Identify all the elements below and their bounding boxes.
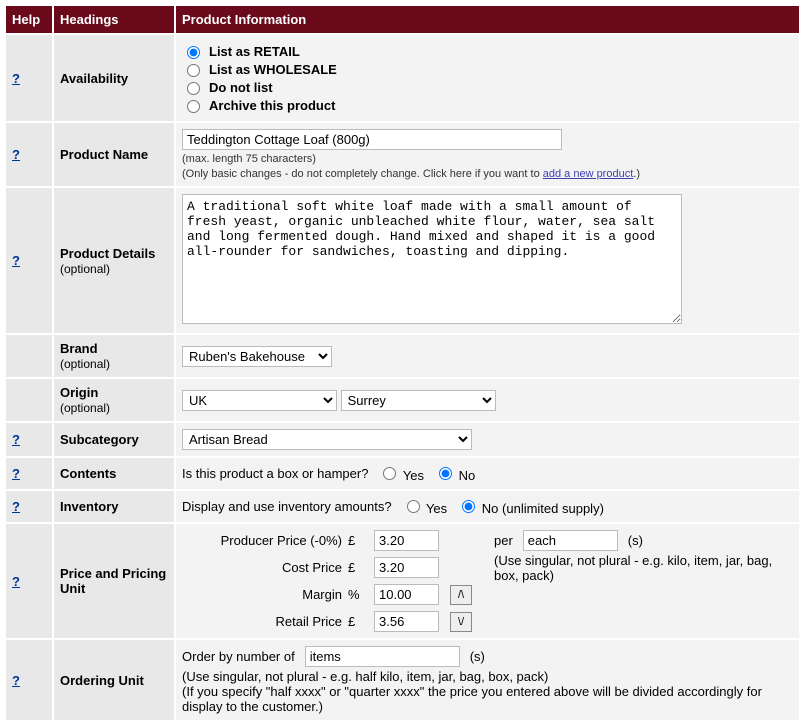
row-product-name: ? Product Name (max. length 75 character…: [5, 122, 800, 187]
retail-price-input[interactable]: [374, 611, 439, 632]
ordering-hint2: (If you specify "half xxxx" or "quarter …: [182, 684, 793, 714]
row-ordering: ? Ordering Unit Order by number of (s) (…: [5, 639, 800, 721]
label-contents-yes: Yes: [403, 468, 424, 483]
radio-donotlist[interactable]: [187, 82, 200, 95]
heading-origin: Origin: [60, 385, 98, 400]
heading-pricing: Price and Pricing Unit: [53, 523, 175, 639]
label-inventory-yes: Yes: [426, 501, 447, 516]
row-contents: ? Contents Is this product a box or hamp…: [5, 457, 800, 490]
radio-inventory-no[interactable]: [462, 500, 475, 513]
col-product-info: Product Information: [175, 5, 800, 34]
radio-list-retail[interactable]: [187, 46, 200, 59]
col-help: Help: [5, 5, 53, 34]
heading-availability: Availability: [53, 34, 175, 122]
heading-brand-optional: (optional): [60, 357, 110, 371]
help-link-ordering[interactable]: ?: [12, 673, 20, 688]
per-unit-input[interactable]: [523, 530, 618, 551]
margin-down-button[interactable]: \/: [450, 612, 472, 632]
row-inventory: ? Inventory Display and use inventory am…: [5, 490, 800, 523]
currency-symbol: £: [348, 560, 368, 575]
producer-price-input[interactable]: [374, 530, 439, 551]
help-link-product-details[interactable]: ?: [12, 253, 20, 268]
heading-product-name: Product Name: [53, 122, 175, 187]
table-header-row: Help Headings Product Information: [5, 5, 800, 34]
heading-product-details-optional: (optional): [60, 262, 110, 276]
heading-origin-optional: (optional): [60, 401, 110, 415]
ordering-hint1: (Use singular, not plural - e.g. half ki…: [182, 669, 793, 684]
heading-product-details: Product Details: [60, 246, 155, 261]
row-origin: Origin (optional) UK Surrey: [5, 378, 800, 422]
product-details-textarea[interactable]: [182, 194, 682, 324]
label-list-wholesale: List as WHOLESALE: [209, 62, 337, 77]
product-name-hint2: (Only basic changes - do not completely …: [182, 168, 793, 180]
heading-brand: Brand: [60, 341, 98, 356]
ordering-unit-input[interactable]: [305, 646, 460, 667]
margin-input[interactable]: [374, 584, 439, 605]
help-link-product-name[interactable]: ?: [12, 147, 20, 162]
help-link-pricing[interactable]: ?: [12, 574, 20, 589]
label-archive: Archive this product: [209, 98, 335, 113]
per-prefix: per: [494, 533, 513, 548]
margin-up-button[interactable]: /\: [450, 585, 472, 605]
origin-country-select[interactable]: UK: [182, 390, 337, 411]
radio-contents-no[interactable]: [439, 467, 452, 480]
product-name-hint1: (max. length 75 characters): [182, 153, 793, 165]
product-name-input[interactable]: [182, 129, 562, 150]
col-headings: Headings: [53, 5, 175, 34]
subcategory-select[interactable]: Artisan Bread: [182, 429, 472, 450]
help-link-availability[interactable]: ?: [12, 71, 20, 86]
heading-subcategory: Subcategory: [53, 422, 175, 457]
currency-symbol: £: [348, 614, 368, 629]
radio-archive[interactable]: [187, 100, 200, 113]
label-list-retail: List as RETAIL: [209, 44, 300, 59]
row-product-details: ? Product Details (optional): [5, 187, 800, 334]
heading-ordering: Ordering Unit: [53, 639, 175, 721]
percent-symbol: %: [348, 587, 368, 602]
margin-label: Margin: [182, 587, 342, 602]
per-suffix: (s): [628, 533, 643, 548]
row-pricing: ? Price and Pricing Unit Producer Price …: [5, 523, 800, 639]
radio-contents-yes[interactable]: [383, 467, 396, 480]
help-link-subcategory[interactable]: ?: [12, 432, 20, 447]
row-availability: ? Availability List as RETAIL List as WH…: [5, 34, 800, 122]
label-inventory-no: No (unlimited supply): [482, 501, 604, 516]
ordering-suffix: (s): [470, 649, 485, 664]
per-hint: (Use singular, not plural - e.g. kilo, i…: [494, 553, 793, 583]
heading-inventory: Inventory: [53, 490, 175, 523]
help-link-contents[interactable]: ?: [12, 466, 20, 481]
radio-inventory-yes[interactable]: [407, 500, 420, 513]
contents-label: Is this product a box or hamper?: [182, 466, 368, 481]
product-form-table: Help Headings Product Information ? Avai…: [4, 4, 801, 722]
label-donotlist: Do not list: [209, 80, 273, 95]
help-link-inventory[interactable]: ?: [12, 499, 20, 514]
cost-price-label: Cost Price: [182, 560, 342, 575]
retail-price-label: Retail Price: [182, 614, 342, 629]
heading-contents: Contents: [53, 457, 175, 490]
row-subcategory: ? Subcategory Artisan Bread: [5, 422, 800, 457]
inventory-label: Display and use inventory amounts?: [182, 499, 392, 514]
label-contents-no: No: [459, 468, 476, 483]
producer-price-label: Producer Price (-0%): [182, 533, 342, 548]
add-new-product-link[interactable]: add a new product: [543, 168, 634, 180]
origin-region-select[interactable]: Surrey: [341, 390, 496, 411]
cost-price-input[interactable]: [374, 557, 439, 578]
row-brand: Brand (optional) Ruben's Bakehouse: [5, 334, 800, 378]
currency-symbol: £: [348, 533, 368, 548]
radio-list-wholesale[interactable]: [187, 64, 200, 77]
ordering-prefix: Order by number of: [182, 649, 295, 664]
brand-select[interactable]: Ruben's Bakehouse: [182, 346, 332, 367]
